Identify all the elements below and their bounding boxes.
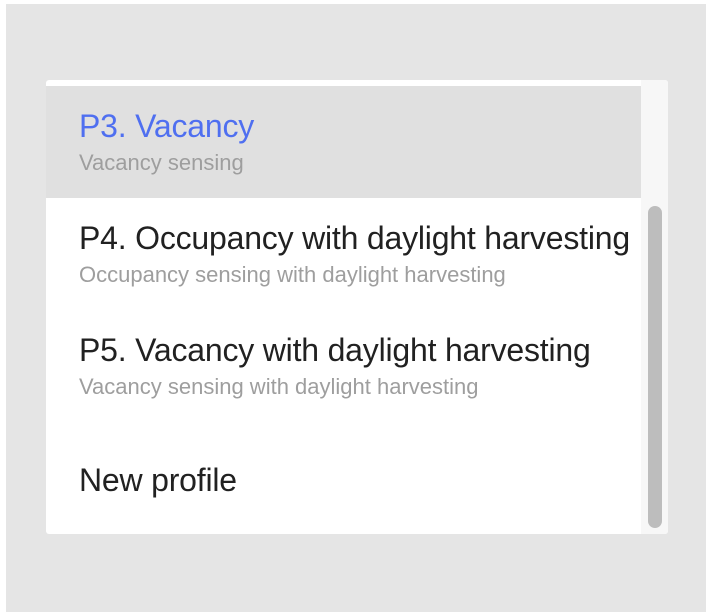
scrollbar-thumb[interactable] [648,206,662,528]
list-item-title: New profile [79,462,237,498]
profile-list: P3. Vacancy Vacancy sensing P4. Occupanc… [46,86,641,534]
list-item-subtitle: Occupancy sensing with daylight harvesti… [79,262,506,287]
profile-dropdown-list[interactable]: P3. Vacancy Vacancy sensing P4. Occupanc… [46,80,668,534]
list-item-title: P3. Vacancy [79,108,255,144]
list-item-title: P4. Occupancy with daylight harvesting [79,220,630,256]
list-item-subtitle: Vacancy sensing with daylight harvesting [79,374,479,399]
list-item-p5-vacancy-daylight[interactable]: P5. Vacancy with daylight harvesting Vac… [46,310,641,422]
list-item-p4-occupancy-daylight[interactable]: P4. Occupancy with daylight harvesting O… [46,198,641,310]
list-item-p3-vacancy[interactable]: P3. Vacancy Vacancy sensing [46,86,641,198]
list-item-new-profile[interactable]: New profile [46,422,641,534]
list-item-title: P5. Vacancy with daylight harvesting [79,332,591,368]
scrollbar-track[interactable] [641,80,668,534]
list-item-subtitle: Vacancy sensing [79,150,244,175]
